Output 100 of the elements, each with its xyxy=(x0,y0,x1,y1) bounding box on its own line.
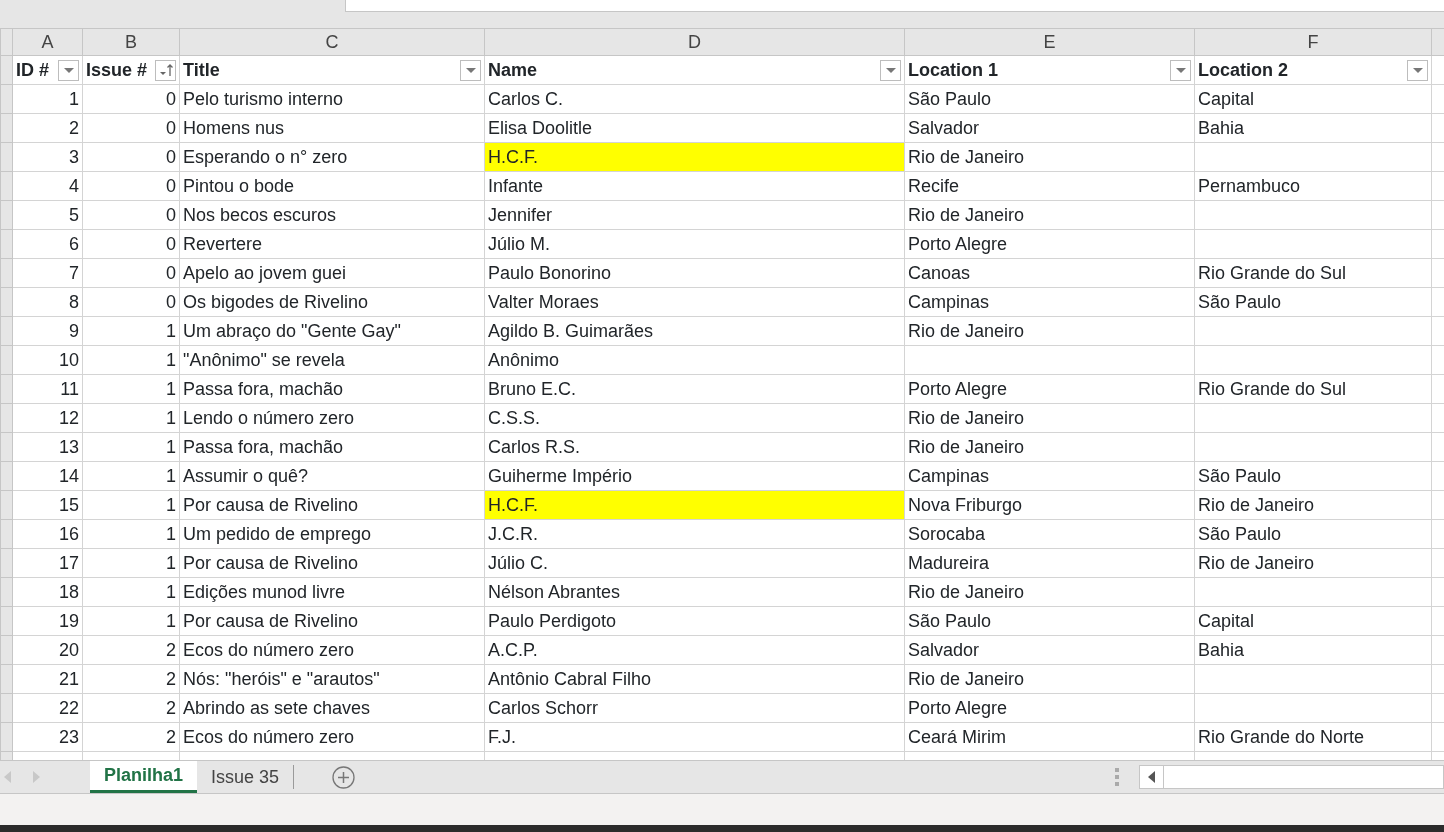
table-cell: Revertere xyxy=(179,229,485,259)
column-letter[interactable]: B xyxy=(82,28,180,56)
row-header[interactable] xyxy=(0,461,13,491)
table-cell: H.C.F. xyxy=(484,490,905,520)
row-header[interactable] xyxy=(0,345,13,375)
row-header[interactable] xyxy=(0,258,13,288)
row-header[interactable] xyxy=(0,490,13,520)
table-cell: São Paulo xyxy=(1194,287,1432,317)
table-cell: Carlos R.S. xyxy=(484,432,905,462)
table-cell: Anônimo xyxy=(484,345,905,375)
row-header[interactable] xyxy=(0,84,13,114)
table-cell: Paulo Bonorino xyxy=(484,258,905,288)
table-cell: 9 xyxy=(12,316,83,346)
table-cell: Sorocaba xyxy=(904,519,1195,549)
table-cell: 3 xyxy=(12,142,83,172)
column-header: Title xyxy=(183,59,220,82)
table-cell: 0 xyxy=(82,200,180,230)
table-cell: Carlos C. xyxy=(484,84,905,114)
column-header: Name xyxy=(488,59,538,82)
row-header[interactable] xyxy=(0,287,13,317)
row-header[interactable] xyxy=(0,142,13,172)
filter-button[interactable] xyxy=(880,59,901,81)
filter-button[interactable] xyxy=(460,59,481,81)
row-header[interactable] xyxy=(0,577,13,607)
table-cell: 17 xyxy=(12,548,83,578)
table-cell: 2 xyxy=(12,113,83,143)
table-cell: 4 xyxy=(12,171,83,201)
row-header[interactable] xyxy=(0,403,13,433)
table-cell: Lendo o número zero xyxy=(179,403,485,433)
table-cell: 12 xyxy=(12,403,83,433)
sheet-tab[interactable]: Planilha1 xyxy=(90,761,198,793)
select-all-corner[interactable] xyxy=(0,28,13,56)
table-cell: 23 xyxy=(12,722,83,752)
caret-icon xyxy=(63,67,74,73)
table-cell: 16 xyxy=(12,519,83,549)
row-header[interactable] xyxy=(0,316,13,346)
row-header[interactable] xyxy=(0,664,13,694)
table-cell: Rio de Janeiro xyxy=(904,200,1195,230)
row-header[interactable] xyxy=(0,113,13,143)
column-letter[interactable]: E xyxy=(904,28,1195,56)
table-cell: Homens nus xyxy=(179,113,485,143)
table-cell: 6 xyxy=(12,229,83,259)
table-cell: 15 xyxy=(12,490,83,520)
table-cell: São Paulo xyxy=(904,606,1195,636)
table-cell: Rio Grande do Norte xyxy=(1194,722,1432,752)
filter-button[interactable] xyxy=(58,59,79,81)
table-cell: 0 xyxy=(82,84,180,114)
column-letter[interactable]: C xyxy=(179,28,485,56)
column-header: Issue # xyxy=(86,59,148,82)
table-cell: São Paulo xyxy=(1194,461,1432,491)
row-header[interactable] xyxy=(0,171,13,201)
column-letter[interactable]: F xyxy=(1194,28,1432,56)
row-header[interactable] xyxy=(0,635,13,665)
table-cell: Edições munod livre xyxy=(179,577,485,607)
horizontal-scrollbar[interactable] xyxy=(1164,765,1444,789)
table-cell: Valter Moraes xyxy=(484,287,905,317)
scroll-right-icon[interactable] xyxy=(33,771,40,783)
row-header[interactable] xyxy=(0,722,13,752)
row-header[interactable] xyxy=(0,229,13,259)
table-cell: H.C.F. xyxy=(484,142,905,172)
formula-bar[interactable] xyxy=(345,0,1444,12)
table-cell: Assumir o quê? xyxy=(179,461,485,491)
sheet-tab[interactable]: Issue 35 xyxy=(197,761,294,793)
table-cell: Porto Alegre xyxy=(904,693,1195,723)
table-cell: 8 xyxy=(12,287,83,317)
row-header[interactable] xyxy=(0,693,13,723)
table-cell: 0 xyxy=(82,142,180,172)
table-cell: 19 xyxy=(12,606,83,636)
table-cell: Carlos Schorr xyxy=(484,693,905,723)
table-cell: Rio de Janeiro xyxy=(904,432,1195,462)
add-sheet-icon[interactable] xyxy=(332,765,356,789)
column-header: ID # xyxy=(16,59,49,82)
splitter-handle-icon[interactable] xyxy=(1115,768,1119,786)
column-letter[interactable]: A xyxy=(12,28,83,56)
table-cell: Um pedido de emprego xyxy=(179,519,485,549)
row-header[interactable] xyxy=(0,432,13,462)
filter-button[interactable] xyxy=(1407,59,1428,81)
filter-button[interactable] xyxy=(1170,59,1191,81)
row-header[interactable] xyxy=(0,519,13,549)
row-header[interactable] xyxy=(0,55,13,85)
row-header[interactable] xyxy=(0,548,13,578)
column-letter[interactable]: D xyxy=(484,28,905,56)
table-cell: Capital xyxy=(1194,606,1432,636)
table-cell: 0 xyxy=(82,113,180,143)
table-cell: Infante xyxy=(484,171,905,201)
scroll-left-button[interactable] xyxy=(1139,765,1164,789)
scroll-left-icon xyxy=(1148,771,1155,783)
table-cell: Passa fora, machão xyxy=(179,374,485,404)
row-header[interactable] xyxy=(0,200,13,230)
table-cell: 1 xyxy=(82,374,180,404)
table-cell: 1 xyxy=(82,490,180,520)
row-header[interactable] xyxy=(0,374,13,404)
row-header[interactable] xyxy=(0,606,13,636)
table-cell: 2 xyxy=(82,693,180,723)
table-cell: 18 xyxy=(12,577,83,607)
sort-filter-button[interactable] xyxy=(155,59,176,81)
table-cell: Pintou o bode xyxy=(179,171,485,201)
table-cell: Elisa Doolitle xyxy=(484,113,905,143)
scroll-left-icon[interactable] xyxy=(4,771,11,783)
table-cell: Abrindo as sete chaves xyxy=(179,693,485,723)
